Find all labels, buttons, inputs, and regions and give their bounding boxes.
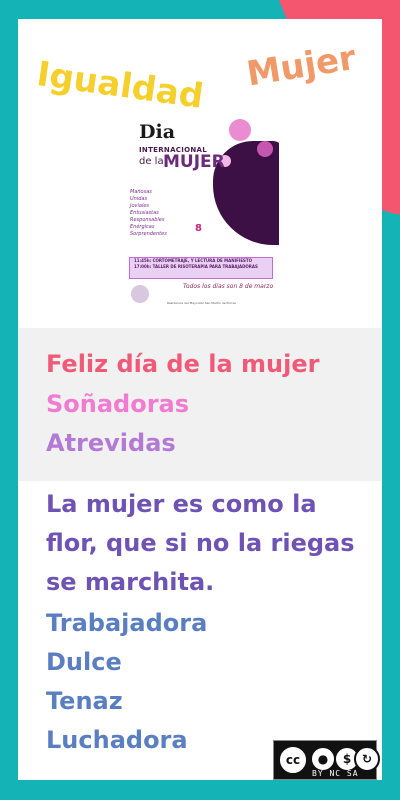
- license-labels: BY NC SA: [312, 769, 359, 778]
- schedule-line: 17:00h: TALLER DE RISOTERAPIA PARA TRABA…: [134, 264, 258, 269]
- poster-image: Dia INTERNACIONAL de la MUJER Mañosas Un…: [121, 111, 279, 313]
- flower-decoration: [229, 119, 251, 141]
- cc-icon: cc: [278, 745, 308, 775]
- word-atrevidas: Atrevidas: [46, 429, 176, 457]
- content-card: Igualdad Mujer Dia INTERNACIONAL de la M…: [18, 19, 382, 780]
- quote-text: La mujer es como la flor, que si no la r…: [46, 490, 355, 596]
- poster-word: Joviales: [130, 203, 150, 209]
- poster-dia: Dia: [139, 121, 176, 143]
- poster-word: Sorprendentes: [130, 231, 167, 237]
- poster-word: Unidas: [130, 196, 148, 202]
- greeting-line: Feliz día de la mujer: [46, 350, 320, 378]
- list-item: Trabajadora: [46, 609, 208, 637]
- poster-eight: 8: [195, 223, 202, 234]
- list-item: Dulce: [46, 648, 122, 676]
- poster-footer-text: Residencia del Mayorato San Martín de Po…: [167, 301, 236, 305]
- poster-word: Mañosas: [130, 189, 152, 195]
- title-mujer: Mujer: [244, 37, 359, 95]
- list-item: Luchadora: [46, 726, 188, 754]
- title-igualdad: Igualdad: [34, 54, 206, 117]
- poster-schedule-band: 11:45h: CORTOMETRAJE, Y LECTURA DE MANIF…: [129, 257, 273, 279]
- poster-word: Enérgicas: [130, 224, 155, 230]
- logo-icon: [131, 285, 149, 303]
- poster-mujer: MUJER: [163, 152, 225, 172]
- poster-handwritten: Todos los días son 8 de marzo: [183, 283, 274, 290]
- poster-word: Responsables: [130, 217, 165, 223]
- cc-license-badge[interactable]: cc ● $ ↻ BY NC SA: [273, 740, 380, 780]
- highlight-box: Feliz día de la mujer Soñadoras Atrevida…: [18, 328, 382, 481]
- list-item: Tenaz: [46, 687, 123, 715]
- flower-decoration: [257, 141, 273, 157]
- poster-de-la: de la: [139, 156, 164, 167]
- poster-footer: Todos los días son 8 de marzo Residencia…: [127, 283, 275, 309]
- poster-word-list: Mañosas Unidas Joviales Entusiastas Resp…: [130, 189, 200, 238]
- word-sonadoras: Soñadoras: [46, 390, 190, 418]
- poster-word: Entusiastas: [130, 210, 159, 216]
